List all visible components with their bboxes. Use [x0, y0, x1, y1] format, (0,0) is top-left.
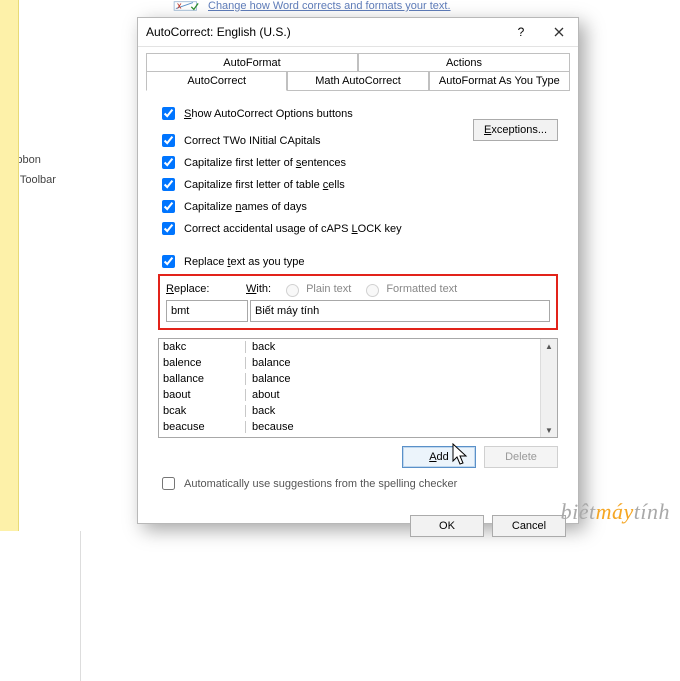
close-icon: [554, 27, 564, 37]
list-item: bcakback: [159, 403, 540, 419]
change-autocorrect-link[interactable]: Change how Word corrects and formats you…: [208, 0, 451, 12]
label-replace-type: Replace text as you type: [184, 256, 304, 268]
tab-autoformat[interactable]: AutoFormat: [146, 53, 358, 73]
check-capitalize-cells[interactable]: [162, 178, 175, 191]
check-show-options-buttons[interactable]: [162, 107, 175, 120]
help-button[interactable]: ?: [502, 18, 540, 46]
label-plain-text: Plain text: [306, 283, 351, 295]
options-active-highlight: [0, 0, 19, 531]
list-scrollbar[interactable]: ▲ ▼: [540, 339, 557, 437]
exceptions-button[interactable]: Exceptions...: [473, 119, 558, 141]
with-label: With:: [246, 283, 271, 295]
highlight-box: Replace: With: Plain text Formatted text: [158, 274, 558, 330]
replace-label: Replace:: [166, 283, 236, 295]
check-two-initial-caps[interactable]: [162, 134, 175, 147]
check-capitalize-days[interactable]: [162, 200, 175, 213]
list-item: ballancebalance: [159, 371, 540, 387]
label-formatted-text: Formatted text: [386, 283, 457, 295]
tab-autoformat-as-you-type[interactable]: AutoFormat As You Type: [429, 71, 570, 91]
label-cap-sentences: Capitalize first letter of sentences: [184, 157, 346, 169]
cancel-button[interactable]: Cancel: [492, 515, 566, 537]
close-button[interactable]: [540, 18, 578, 46]
label-two-caps: Correct TWo INitial CApitals: [184, 135, 321, 147]
label-cap-days: Capitalize names of days: [184, 201, 307, 213]
check-caps-lock[interactable]: [162, 222, 175, 235]
tab-strip: AutoFormat Actions AutoCorrect Math Auto…: [138, 47, 578, 91]
scroll-up-icon[interactable]: ▲: [541, 339, 557, 353]
radio-formatted-text: [366, 284, 379, 297]
autocorrect-list[interactable]: bakcback balencebalance ballancebalance …: [158, 338, 558, 438]
tab-actions[interactable]: Actions: [358, 53, 570, 73]
label-show-options: SShow AutoCorrect Options buttonshow Aut…: [184, 108, 353, 120]
label-cap-cells: Capitalize first letter of table cells: [184, 179, 345, 191]
replace-input[interactable]: [166, 300, 248, 322]
label-auto-suggestions: Automatically use suggestions from the s…: [184, 478, 457, 490]
delete-button: Delete: [484, 446, 558, 468]
autocorrect-options-icon: [172, 0, 202, 12]
list-item: beacusebecause: [159, 419, 540, 435]
check-capitalize-sentences[interactable]: [162, 156, 175, 169]
scroll-down-icon[interactable]: ▼: [541, 423, 557, 437]
tab-math-autocorrect[interactable]: Math AutoCorrect: [287, 71, 428, 91]
label-caps-lock: Correct accidental usage of cAPS LOCK ke…: [184, 223, 402, 235]
check-auto-suggestions[interactable]: [162, 477, 175, 490]
radio-plain-text: [286, 284, 299, 297]
list-item: baoutabout: [159, 387, 540, 403]
ok-button[interactable]: OK: [410, 515, 484, 537]
dialog-titlebar: AutoCorrect: English (U.S.) ?: [138, 18, 578, 47]
list-item: balencebalance: [159, 355, 540, 371]
check-replace-as-you-type[interactable]: [162, 255, 175, 268]
add-button[interactable]: Add: [402, 446, 476, 468]
autocorrect-pane: SShow AutoCorrect Options buttonshow Aut…: [146, 91, 570, 501]
tab-autocorrect[interactable]: AutoCorrect: [146, 71, 287, 91]
list-item: bakcback: [159, 339, 540, 355]
with-input[interactable]: [250, 300, 550, 322]
autocorrect-dialog: AutoCorrect: English (U.S.) ? AutoFormat…: [137, 17, 579, 524]
dialog-title: AutoCorrect: English (U.S.): [146, 25, 291, 39]
